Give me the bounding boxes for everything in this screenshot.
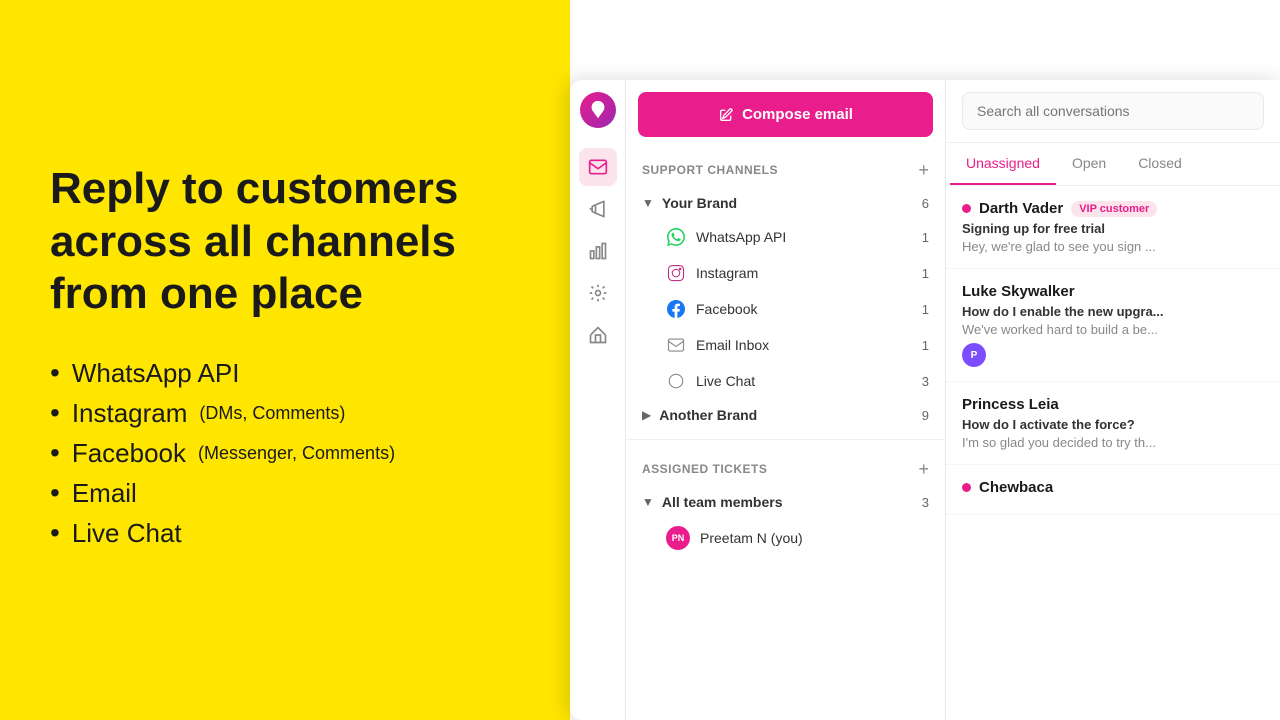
compose-email-label: Compose email: [742, 106, 853, 123]
assigned-tickets-header: Assigned tickets +: [626, 448, 945, 486]
feature-list-item: Facebook (Messenger, Comments): [50, 437, 520, 469]
search-input[interactable]: [962, 92, 1264, 130]
nav-icon-megaphone[interactable]: [579, 190, 617, 228]
conversation-list: Darth Vader VIP customer Signing up for …: [946, 186, 1280, 720]
instagram-channel-name: Instagram: [696, 265, 758, 281]
conv-name-luke-skywalker: Luke Skywalker: [962, 283, 1075, 300]
email-icon: [666, 335, 686, 355]
nav-icon-mail[interactable]: [579, 148, 617, 186]
all-members-row[interactable]: ▼ All team members 3: [626, 486, 945, 518]
app-logo: [580, 92, 616, 128]
facebook-channel-name: Facebook: [696, 301, 757, 317]
all-members-label: All team members: [662, 494, 783, 510]
tabs-row: Unassigned Open Closed: [946, 143, 1280, 186]
chevron-down-icon: ▼: [642, 196, 654, 210]
whatsapp-channel-name: WhatsApp API: [696, 229, 786, 245]
conv-subject-luke-skywalker: How do I enable the new upgra...: [962, 304, 1264, 319]
conv-name-princess-leia: Princess Leia: [962, 396, 1059, 413]
conv-preview-luke-skywalker: We've worked hard to build a be...: [962, 322, 1264, 337]
preetam-avatar: PN: [666, 526, 690, 550]
compose-email-button[interactable]: Compose email: [638, 92, 933, 137]
conv-preview-princess-leia: I'm so glad you decided to try th...: [962, 435, 1264, 450]
conversation-item-luke-skywalker[interactable]: Luke Skywalker How do I enable the new u…: [946, 269, 1280, 382]
whatsapp-count: 1: [922, 230, 929, 245]
channel-item-email[interactable]: Email Inbox 1: [626, 327, 945, 363]
channel-item-whatsapp[interactable]: WhatsApp API 1: [626, 219, 945, 255]
preetam-name: Preetam N (you): [700, 530, 803, 546]
online-dot: [962, 204, 971, 213]
email-count: 1: [922, 338, 929, 353]
support-channels-label: Support channels: [642, 163, 778, 177]
brand-row-another-brand[interactable]: ▶ Another Brand 9: [626, 399, 945, 431]
chevron-right-icon: ▶: [642, 408, 651, 422]
brand-row-your-brand[interactable]: ▼ Your Brand 6: [626, 187, 945, 219]
hero-title: Reply to customers across all channels f…: [50, 163, 520, 321]
conversation-item-darth-vader[interactable]: Darth Vader VIP customer Signing up for …: [946, 186, 1280, 269]
conv-name-darth-vader: Darth Vader: [979, 200, 1063, 217]
conv-preview-darth-vader: Hey, we're glad to see you sign ...: [962, 239, 1264, 254]
feature-list-item: Email: [50, 477, 520, 509]
feature-list: WhatsApp API Instagram (DMs, Comments) Fac…: [50, 357, 520, 557]
divider: [626, 439, 945, 440]
facebook-count: 1: [922, 302, 929, 317]
icon-nav: [570, 80, 626, 720]
add-assigned-button[interactable]: +: [918, 460, 929, 478]
another-brand-name: Another Brand: [659, 407, 757, 423]
channel-item-facebook[interactable]: Facebook 1: [626, 291, 945, 327]
conversation-item-princess-leia[interactable]: Princess Leia How do I activate the forc…: [946, 382, 1280, 465]
another-brand-count: 9: [922, 408, 929, 423]
livechat-count: 3: [922, 374, 929, 389]
member-row-preetam[interactable]: PN Preetam N (you): [626, 518, 945, 558]
conv-subject-princess-leia: How do I activate the force?: [962, 417, 1264, 432]
channel-sidebar: Compose email Support channels + ▼ Your …: [626, 80, 946, 720]
feature-list-item: Live Chat: [50, 517, 520, 549]
channel-item-livechat[interactable]: Live Chat 3: [626, 363, 945, 399]
search-bar: [946, 80, 1280, 143]
compose-icon: [718, 107, 734, 123]
app-panel: Compose email Support channels + ▼ Your …: [570, 80, 1280, 720]
assigned-tickets-label: Assigned tickets: [642, 462, 767, 476]
instagram-icon: [666, 263, 686, 283]
add-channel-button[interactable]: +: [918, 161, 929, 179]
tab-open[interactable]: Open: [1056, 143, 1122, 185]
tab-closed[interactable]: Closed: [1122, 143, 1198, 185]
hero-panel: Reply to customers across all channels f…: [0, 0, 570, 720]
email-channel-name: Email Inbox: [696, 337, 769, 353]
nav-icon-chart[interactable]: [579, 232, 617, 270]
all-members-count: 3: [922, 495, 929, 510]
nav-icon-home[interactable]: [579, 316, 617, 354]
support-channels-header: Support channels +: [626, 149, 945, 187]
feature-list-item: Instagram (DMs, Comments): [50, 397, 520, 429]
nav-icon-settings[interactable]: [579, 274, 617, 312]
online-dot-chewbaca: [962, 483, 971, 492]
livechat-icon: [666, 371, 686, 391]
conv-name-chewbaca: Chewbaca: [979, 479, 1053, 496]
conversation-item-chewbaca[interactable]: Chewbaca: [946, 465, 1280, 515]
channel-item-instagram[interactable]: Instagram 1: [626, 255, 945, 291]
livechat-channel-name: Live Chat: [696, 373, 755, 389]
tab-unassigned[interactable]: Unassigned: [950, 143, 1056, 185]
conv-subject-darth-vader: Signing up for free trial: [962, 221, 1264, 236]
conversation-panel: Unassigned Open Closed Darth Vader VIP c…: [946, 80, 1280, 720]
instagram-count: 1: [922, 266, 929, 281]
vip-badge: VIP customer: [1071, 201, 1157, 217]
your-brand-name: Your Brand: [662, 195, 737, 211]
facebook-icon: [666, 299, 686, 319]
whatsapp-icon: [666, 227, 686, 247]
your-brand-count: 6: [922, 196, 929, 211]
agent-avatar-luke: P: [962, 343, 986, 367]
feature-list-item: WhatsApp API: [50, 357, 520, 389]
all-members-chevron: ▼: [642, 495, 654, 509]
